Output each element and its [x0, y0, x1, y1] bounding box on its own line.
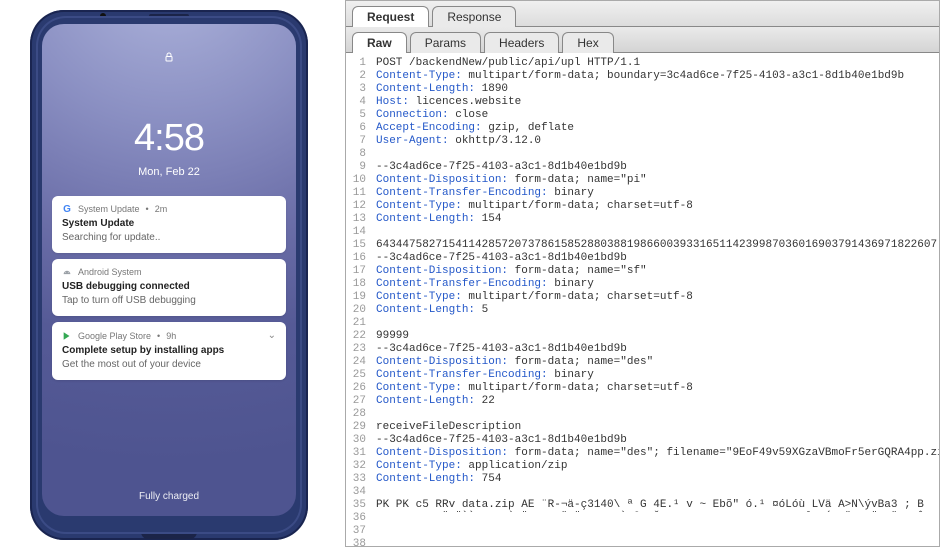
notification-age: 2m: [155, 204, 168, 214]
raw-line: Content-Length: 22: [376, 395, 935, 408]
raw-line: [376, 408, 935, 421]
notification-title: Complete setup by installing apps: [62, 345, 276, 356]
raw-line: Content-Length: 754: [376, 473, 935, 486]
raw-line: Connection: close: [376, 109, 935, 122]
notification-age: 9h: [166, 331, 176, 341]
notification-subtitle: Searching for update..: [62, 232, 276, 243]
http-inspector: Request Response Raw Params Headers Hex …: [345, 0, 940, 547]
raw-line: [376, 148, 935, 161]
clock-date: Mon, Feb 22: [42, 166, 296, 178]
raw-line: Content-Type: application/zip: [376, 460, 935, 473]
subtab-headers[interactable]: Headers: [484, 32, 559, 53]
sub-tabbar: Raw Params Headers Hex: [346, 27, 939, 53]
chevron-down-icon[interactable]: ⌄: [268, 330, 276, 341]
raw-line: --3c4ad6ce-7f25-4103-a3c1-8d1b40e1bd9b: [376, 343, 935, 356]
notification-card[interactable]: G System Update • 2m System Update Searc…: [52, 196, 286, 253]
notification-card[interactable]: Android System USB debugging connected T…: [52, 259, 286, 316]
status-bar: [42, 24, 296, 44]
raw-line: Host: licences.website: [376, 96, 935, 109]
tab-response[interactable]: Response: [432, 6, 516, 27]
raw-line: Content-Type: multipart/form-data; chars…: [376, 382, 935, 395]
raw-line: [376, 226, 935, 239]
raw-line: receiveFileDescription: [376, 421, 935, 434]
raw-line: 99999: [376, 330, 935, 343]
lock-icon: [42, 50, 296, 69]
notification-app: Android System: [78, 267, 142, 277]
subtab-hex[interactable]: Hex: [562, 32, 613, 53]
raw-body[interactable]: POST /backendNew/public/api/upl HTTP/1.1…: [372, 53, 939, 546]
notification-sep: •: [157, 331, 160, 341]
clock-time: 4:58: [42, 117, 296, 160]
notification-subtitle: Tap to turn off USB debugging: [62, 295, 276, 306]
raw-line: Content-Type: multipart/form-data; chars…: [376, 200, 935, 213]
raw-line: POST /backendNew/public/api/upl HTTP/1.1: [376, 57, 935, 70]
raw-line: Content-Disposition: form-data; name="pi…: [376, 174, 935, 187]
raw-line: Content-Type: multipart/form-data; chars…: [376, 291, 935, 304]
raw-line: User-Agent: okhttp/3.12.0: [376, 135, 935, 148]
phone-frame: 4:58 Mon, Feb 22 G System Update • 2m Sy…: [30, 10, 308, 540]
phone-screen[interactable]: 4:58 Mon, Feb 22 G System Update • 2m Sy…: [42, 24, 296, 516]
raw-line: Content-Transfer-Encoding: binary: [376, 278, 935, 291]
binary-blob: PK PK c5 RRv data.zip AE ¨R-¬ä-ç3140\ ª …: [376, 499, 935, 512]
raw-line: Content-Type: multipart/form-data; bound…: [376, 70, 935, 83]
raw-line: Content-Length: 154: [376, 213, 935, 226]
raw-line: --3c4ad6ce-7f25-4103-a3c1-8d1b40e1bd9b: [376, 434, 935, 447]
raw-line: Content-Disposition: form-data; name="sf…: [376, 265, 935, 278]
google-icon: G: [62, 204, 72, 214]
notification-stack: G System Update • 2m System Update Searc…: [52, 196, 286, 380]
raw-line: Content-Disposition: form-data; name="de…: [376, 356, 935, 369]
subtab-raw[interactable]: Raw: [352, 32, 407, 53]
battery-status: Fully charged: [42, 491, 296, 502]
phone-bezel: 4:58 Mon, Feb 22 G System Update • 2m Sy…: [36, 16, 302, 534]
raw-view[interactable]: 1234567891011121314151617181920212223242…: [346, 53, 939, 546]
notification-title: System Update: [62, 218, 276, 229]
raw-line: Content-Length: 1890: [376, 83, 935, 96]
raw-line: Content-Transfer-Encoding: binary: [376, 369, 935, 382]
raw-line: [376, 317, 935, 330]
raw-line: 6434475827154114285720737861585288038819…: [376, 239, 935, 252]
notification-subtitle: Get the most out of your device: [62, 359, 276, 370]
raw-line: --3c4ad6ce-7f25-4103-a3c1-8d1b40e1bd9b: [376, 252, 935, 265]
raw-line: --3c4ad6ce-7f25-4103-a3c1-8d1b40e1bd9b: [376, 161, 935, 174]
subtab-params[interactable]: Params: [410, 32, 481, 53]
play-store-icon: [62, 331, 72, 341]
line-gutter: 1234567891011121314151617181920212223242…: [346, 53, 372, 546]
raw-line: Accept-Encoding: gzip, deflate: [376, 122, 935, 135]
tab-request[interactable]: Request: [352, 6, 429, 27]
notification-app: System Update: [78, 204, 140, 214]
android-icon: [62, 267, 72, 277]
lockscreen-clock: 4:58 Mon, Feb 22: [42, 117, 296, 178]
notification-title: USB debugging connected: [62, 281, 276, 292]
notification-sep: •: [146, 204, 149, 214]
raw-line: Content-Transfer-Encoding: binary: [376, 187, 935, 200]
notification-card[interactable]: Google Play Store • 9h ⌄ Complete setup …: [52, 322, 286, 380]
top-tabbar: Request Response: [346, 1, 939, 27]
raw-line: Content-Disposition: form-data; name="de…: [376, 447, 935, 460]
notification-app: Google Play Store: [78, 331, 151, 341]
raw-line: Content-Length: 5: [376, 304, 935, 317]
raw-line: [376, 486, 935, 499]
